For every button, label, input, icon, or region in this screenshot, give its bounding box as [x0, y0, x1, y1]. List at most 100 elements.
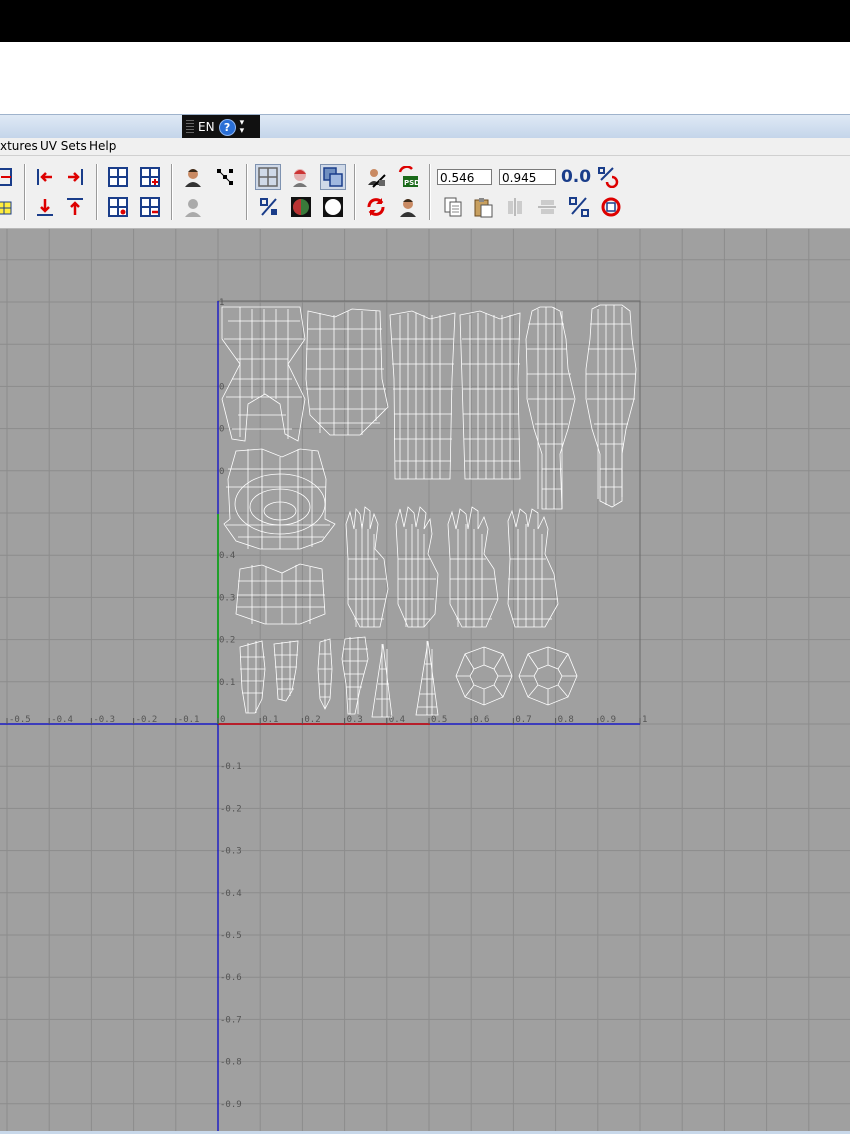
- grid-icon[interactable]: [106, 165, 130, 189]
- move-right-icon[interactable]: [63, 165, 87, 189]
- mirror-horizontal-icon[interactable]: [535, 195, 559, 219]
- toolbar: PSD 0.546 0.945 0.0: [0, 156, 850, 229]
- uv-island-head: [223, 448, 336, 550]
- y-axis-tick-label: -0.6: [220, 973, 242, 983]
- checker-icon[interactable]: [0, 195, 16, 219]
- x-axis-tick-label: -0.2: [136, 715, 158, 725]
- reset-coordinates-button[interactable]: 0.0: [561, 165, 591, 189]
- uv-island-cone-1: [371, 643, 393, 718]
- uv-island-hand-1: [345, 506, 389, 628]
- move-up-icon[interactable]: [63, 195, 87, 219]
- figure-small-icon[interactable]: [396, 195, 420, 219]
- uv-island-torso-front: [221, 306, 306, 442]
- y-axis-tick-label: -0.9: [220, 1100, 242, 1110]
- copy-icon[interactable]: [441, 195, 465, 219]
- window-title-bar: [0, 114, 850, 138]
- toolbar-separator: [24, 164, 26, 220]
- y-axis-tick-label: -0.4: [220, 889, 242, 899]
- uv-island-arm-2: [585, 304, 637, 508]
- uv-grid-canvas[interactable]: -0.5 -0.4 -0.3 -0.2 -0.1 0 0.1 0.2 0.3 0.4 0.5 0.6 0…: [0, 229, 850, 1131]
- x-axis-tick-label: 0.1: [262, 715, 278, 725]
- toolbar-separator: [354, 164, 356, 220]
- figure-checker-icon[interactable]: [364, 165, 388, 189]
- options-icon[interactable]: ▾ ▾: [240, 119, 245, 136]
- uv-editor-viewport[interactable]: -0.5 -0.4 -0.3 -0.2 -0.1 0 0.1 0.2 0.3 0.4 0.5 0.6 0…: [0, 229, 850, 1131]
- x-axis-tick-label: 0.5: [431, 715, 447, 725]
- x-axis-tick-label: 0: [220, 715, 225, 725]
- grid-add-icon[interactable]: [138, 165, 162, 189]
- x-axis-tick-label: 0.8: [558, 715, 574, 725]
- figure-ghost-icon[interactable]: [181, 195, 205, 219]
- help-icon[interactable]: ?: [218, 118, 236, 136]
- y-axis-tick-label: 0.2: [219, 636, 235, 646]
- menu-uv-sets[interactable]: UV Sets: [40, 139, 87, 153]
- uv-island-torso-back: [305, 308, 389, 436]
- mirror-vertical-icon[interactable]: [503, 195, 527, 219]
- grip-icon[interactable]: [186, 120, 194, 134]
- uv-island-leg-1: [389, 310, 456, 480]
- toolbar-separator: [246, 164, 248, 220]
- show-overlap-icon[interactable]: [320, 164, 346, 190]
- y-axis-tick-label: 0: [219, 467, 224, 477]
- refresh-icon[interactable]: [364, 195, 388, 219]
- y-axis-tick-label: 0.4: [219, 551, 235, 561]
- uv-island-foot-1: [239, 640, 266, 714]
- uv-island-disc-1: [455, 646, 513, 706]
- toolbar-separator: [96, 164, 98, 220]
- x-axis-tick-label: 0.9: [600, 715, 616, 725]
- uv-island-hand-4: [507, 508, 559, 628]
- uv-island-foot-2: [273, 640, 299, 702]
- normal-map-icon[interactable]: [289, 195, 313, 219]
- y-axis-tick-label: 0: [219, 425, 224, 435]
- figure-icon[interactable]: [181, 165, 205, 189]
- weld-points-icon[interactable]: [213, 165, 237, 189]
- y-axis-tick-label: -0.3: [220, 847, 242, 857]
- blank-area: [0, 42, 850, 114]
- reset-rotate-icon[interactable]: [599, 195, 623, 219]
- psd-badge: PSD: [404, 179, 419, 187]
- menu-textures[interactable]: xtures: [0, 139, 38, 153]
- u-coordinate-field[interactable]: 0.546: [437, 169, 492, 185]
- white-disc-icon[interactable]: [321, 195, 345, 219]
- v-coordinate-field[interactable]: 0.945: [499, 169, 556, 185]
- x-axis-tick-label: 0.4: [389, 715, 405, 725]
- percent-icon[interactable]: [567, 195, 591, 219]
- uv-island-head-back: [235, 563, 326, 625]
- toolbar-separator: [171, 164, 173, 220]
- menu-help[interactable]: Help: [89, 139, 116, 153]
- y-axis-tick-label: -0.8: [220, 1058, 242, 1068]
- menu-bar: xtures UV Sets Help: [0, 138, 850, 156]
- x-axis-tick-label: -0.5: [9, 715, 31, 725]
- x-axis-tick-label: -0.1: [178, 715, 200, 725]
- move-left-icon[interactable]: [33, 165, 57, 189]
- percent-blue-icon[interactable]: [257, 195, 281, 219]
- align-icon[interactable]: [0, 165, 16, 189]
- grid-subtract-icon[interactable]: [138, 195, 162, 219]
- uv-island-hand-2: [395, 506, 439, 628]
- uv-island-hand-3: [447, 506, 499, 628]
- paste-icon[interactable]: [471, 195, 495, 219]
- y-axis-tick-label: 0.3: [219, 593, 235, 603]
- top-black-bar: [0, 0, 850, 42]
- export-psd-icon[interactable]: PSD: [396, 165, 420, 189]
- uv-island-shin-2: [341, 636, 369, 715]
- toolbar-separator: [429, 164, 431, 220]
- y-axis-tick-label: -0.7: [220, 1015, 242, 1025]
- y-axis-tick-label: 0.1: [219, 678, 235, 688]
- show-model-icon[interactable]: [288, 165, 312, 189]
- uv-island-cone-2: [415, 640, 439, 716]
- x-axis-tick-label: 0.3: [347, 715, 363, 725]
- x-axis-tick-label: 0.2: [304, 715, 320, 725]
- move-down-icon[interactable]: [33, 195, 57, 219]
- grid-remove-point-icon[interactable]: [106, 195, 130, 219]
- x-axis-tick-label: 0.6: [473, 715, 489, 725]
- percent-refresh-icon[interactable]: [596, 165, 620, 189]
- uv-island-leg-2: [459, 310, 521, 480]
- language-bar[interactable]: EN ? ▾ ▾: [182, 115, 260, 139]
- language-indicator[interactable]: EN: [198, 120, 215, 134]
- show-grid-icon[interactable]: [255, 164, 281, 190]
- x-axis-tick-label: -0.3: [93, 715, 115, 725]
- x-axis-tick-label: 1: [642, 715, 647, 725]
- y-axis-tick-label: 1: [219, 298, 224, 308]
- y-axis-tick-label: -0.5: [220, 931, 242, 941]
